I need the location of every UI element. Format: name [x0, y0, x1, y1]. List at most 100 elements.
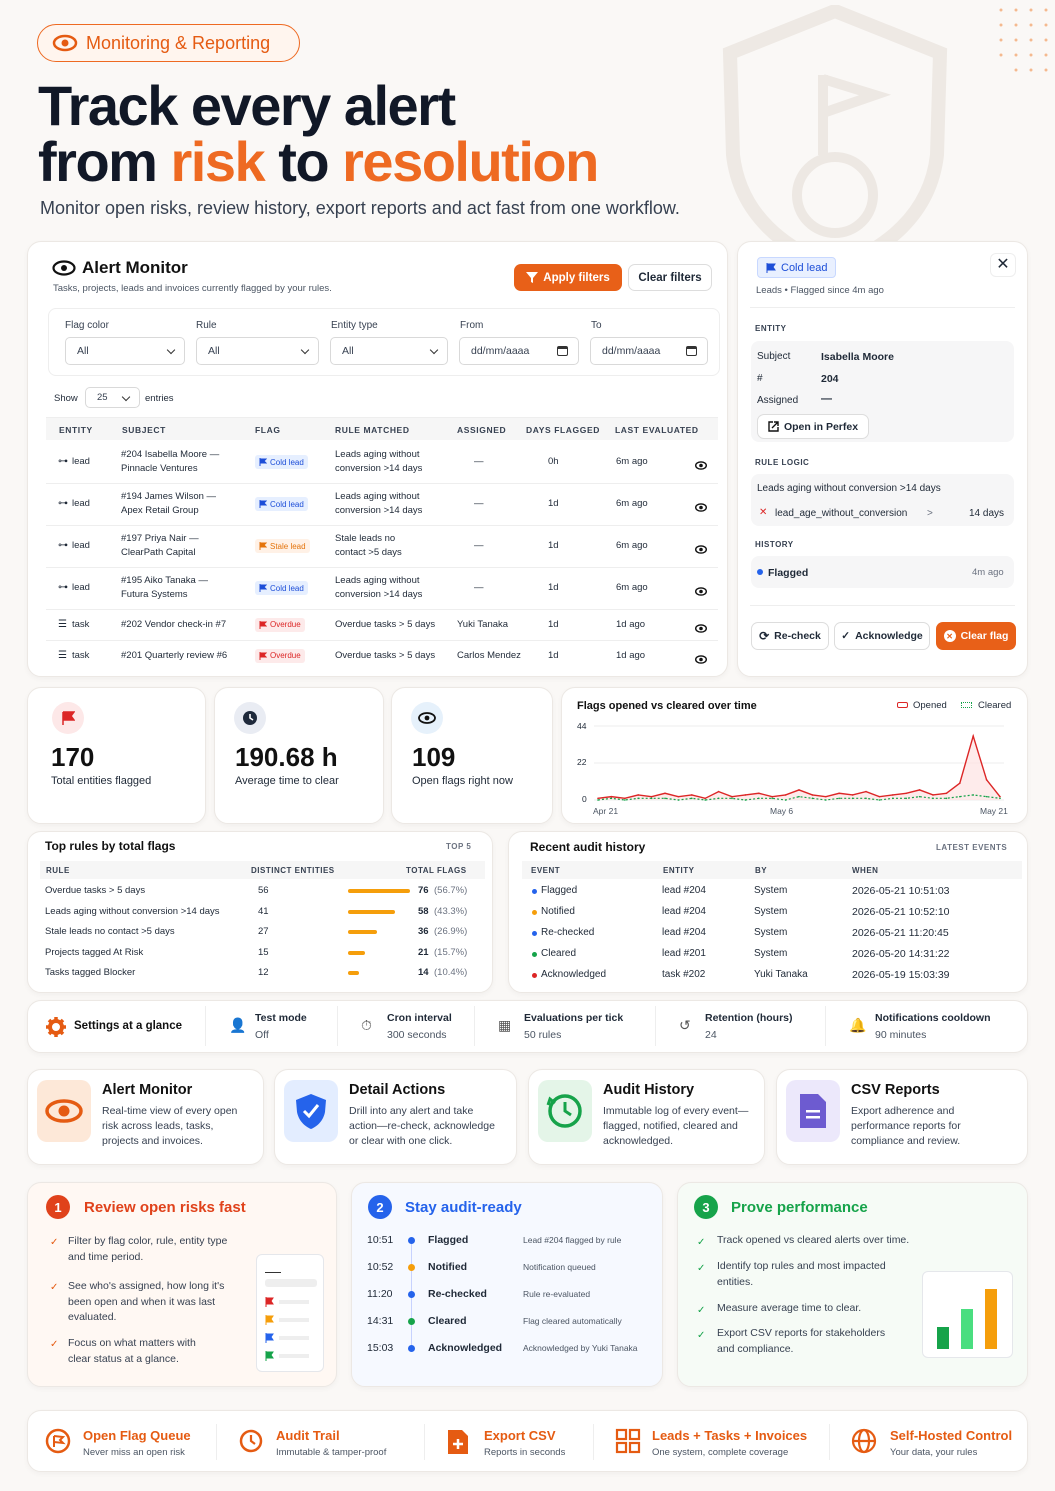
subject-cell[interactable]: #201 Quarterly review #6 [121, 649, 227, 663]
stat-label: Average time to clear [235, 775, 339, 787]
clear-flag-button[interactable]: ✕ Clear flag [936, 622, 1016, 650]
acknowledge-button[interactable]: ✓ Acknowledge [834, 622, 930, 650]
step3-bullet4: Export CSV reports for stakeholders and c… [717, 1327, 886, 1355]
entity-heading: ENTITY [755, 324, 787, 333]
shield-watermark-icon [722, 5, 948, 275]
event-by: System [754, 948, 788, 959]
view-eye-icon[interactable] [694, 541, 708, 559]
audit-trail-icon [238, 1428, 264, 1459]
view-eye-icon[interactable] [694, 620, 708, 638]
from-date-input[interactable]: dd/mm/aaaa [459, 337, 579, 365]
opened-point [784, 794, 787, 796]
rule-name: Stale leads no contact >5 days [45, 926, 175, 937]
to-date-input[interactable]: dd/mm/aaaa [590, 337, 708, 365]
bar-chart-illustration [922, 1271, 1013, 1358]
timeline-event: Acknowledged [428, 1342, 503, 1354]
check-icon: ✓ [697, 1237, 706, 1248]
cleared-point [798, 795, 800, 798]
hero-title-line2: from risk to resolution [38, 130, 599, 193]
cleared-point [771, 797, 773, 800]
rule-cell-line2: conversion >14 days [335, 463, 423, 474]
feature-text: Export adherence and performance reports … [851, 1105, 961, 1147]
divider [593, 1424, 594, 1460]
stat-label: Open flags right now [412, 775, 513, 787]
rule-select[interactable]: All [196, 337, 319, 365]
event-dot [532, 910, 537, 915]
entries-select[interactable]: 25 [85, 387, 140, 408]
view-eye-icon[interactable] [694, 651, 708, 669]
cleared-point [825, 799, 827, 801]
shield-check-icon [284, 1080, 338, 1142]
col-distinct: DISTINCT ENTITIES [251, 866, 335, 875]
detail-flag-badge: Cold lead [757, 257, 837, 278]
flag-color-select[interactable]: All [65, 337, 185, 365]
divider [205, 1006, 206, 1046]
recheck-button[interactable]: ⟳ Re-check [751, 622, 829, 650]
entity-type-select[interactable]: All [330, 337, 448, 365]
timeline-event: Cleared [428, 1315, 467, 1327]
col-by: BY [755, 866, 768, 875]
event-when: 2026-05-21 10:51:03 [852, 885, 950, 897]
opened-point [985, 779, 988, 781]
feature-title: Alert Monitor [102, 1082, 193, 1098]
cleared-point [664, 797, 666, 800]
total-pct: (56.7%) [434, 885, 468, 896]
col-event: EVENT [531, 866, 561, 875]
x-tick: Apr 21 [593, 806, 619, 816]
event-entity: task #202 [662, 969, 706, 980]
feature-text: Drill into any alert and take action—re-c… [349, 1105, 495, 1147]
opened-point [825, 795, 827, 798]
top-rules-title: Top rules by total flags [45, 839, 176, 853]
divider [655, 1006, 656, 1046]
subject-cell[interactable]: #197 Priya Nair — [121, 532, 199, 546]
entity-type-label: Entity type [331, 320, 378, 331]
flag-icon [259, 651, 267, 660]
setting-key: Retention (hours) [705, 1012, 793, 1024]
history-heading: HISTORY [755, 540, 794, 549]
flag-queue-icon [45, 1428, 71, 1459]
event-name: Notified [541, 906, 575, 917]
audit-badge: LATEST EVENTS [936, 843, 1008, 852]
event-entity: lead #204 [662, 927, 706, 938]
close-icon[interactable]: ✕ [990, 253, 1016, 277]
col-total: TOTAL FLAGS [406, 866, 467, 875]
last-evaluated-cell: 6m ago [616, 498, 648, 509]
open-in-perfex-button[interactable]: Open in Perfex [757, 414, 869, 439]
check-icon: ✓ [697, 1305, 706, 1316]
col-entity: ENTITY [59, 425, 93, 435]
flag-badge: Stale lead [255, 539, 310, 553]
view-eye-icon[interactable] [694, 583, 708, 601]
cleared-point [865, 797, 867, 800]
apply-filters-button[interactable]: Apply filters [514, 264, 622, 291]
assigned-cell: — [474, 540, 484, 551]
clear-icon: ✕ [943, 630, 956, 642]
view-eye-icon[interactable] [694, 457, 708, 475]
cleared-point [838, 797, 840, 800]
opened-point [664, 792, 666, 795]
bottom-feature-subtitle: One system, complete coverage [652, 1447, 789, 1458]
last-evaluated-cell: 6m ago [616, 540, 648, 551]
bottom-feature-title: Export CSV [484, 1428, 556, 1443]
flag-badge: Overdue [255, 617, 305, 632]
eye-icon [52, 34, 78, 52]
top-rules-badge: TOP 5 [446, 842, 472, 851]
x-tick: May 21 [980, 806, 1008, 816]
rule-cell: Leads aging without [335, 575, 420, 586]
event-by: System [754, 906, 788, 917]
stat-value: 109 [412, 742, 456, 772]
timer-icon: ⏱ [361, 1017, 372, 1033]
clear-filters-button[interactable]: Clear filters [628, 264, 712, 291]
export-csv-icon [446, 1428, 470, 1461]
step1-bullet3: Focus on what matters with clear status a… [68, 1337, 196, 1365]
subject-cell[interactable]: #204 Isabella Moore — [121, 448, 219, 462]
entity-cell: lead [72, 498, 90, 509]
days-cell: 0h [548, 456, 559, 467]
view-eye-icon[interactable] [694, 499, 708, 517]
cleared-point [999, 797, 1001, 800]
subject-cell[interactable]: #195 Aiko Tanaka — [121, 574, 208, 588]
eye-icon [37, 1080, 91, 1142]
badge-label: Monitoring & Reporting [86, 32, 271, 53]
subject-cell[interactable]: #202 Vendor check-in #7 [121, 618, 226, 632]
rule-bar [348, 971, 359, 975]
subject-cell[interactable]: #194 James Wilson — [121, 490, 216, 504]
